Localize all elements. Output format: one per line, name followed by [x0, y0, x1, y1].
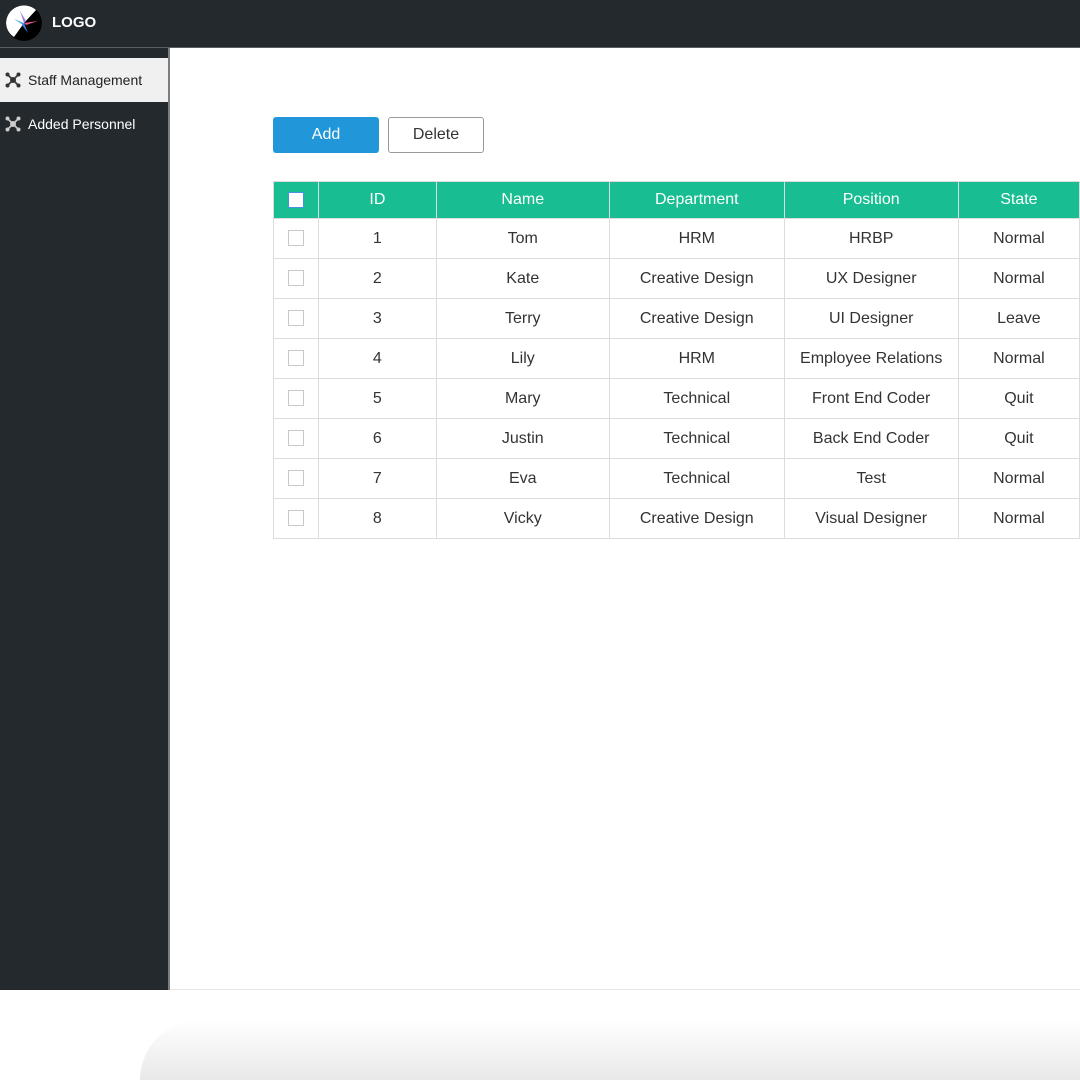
delete-button[interactable]: Delete: [388, 117, 484, 153]
cell-state: Normal: [957, 498, 1080, 539]
select-all-cell: [272, 181, 320, 219]
column-header-department[interactable]: Department: [609, 181, 785, 219]
cell-id: 6: [318, 418, 437, 459]
cell-state: Normal: [957, 458, 1080, 499]
table-row[interactable]: 4 Lily HRM Employee Relations Normal: [272, 338, 1080, 379]
sidebar-item-added-personnel[interactable]: Added Personnel: [0, 102, 168, 146]
cell-name: Vicky: [435, 498, 611, 539]
cell-position: Visual Designer: [783, 498, 959, 539]
logo-icon[interactable]: [6, 5, 42, 41]
network-nodes-icon: [5, 72, 21, 88]
sidebar-item-label: Added Personnel: [28, 116, 136, 132]
cell-id: 4: [318, 338, 437, 379]
cell-state: Quit: [957, 378, 1080, 419]
cell-state: Quit: [957, 418, 1080, 459]
cell-position: Test: [783, 458, 959, 499]
network-nodes-icon: [5, 116, 21, 132]
cell-id: 5: [318, 378, 437, 419]
cell-name: Kate: [435, 258, 611, 299]
row-select-cell: [272, 298, 320, 339]
cell-id: 7: [318, 458, 437, 499]
table-row[interactable]: 2 Kate Creative Design UX Designer Normal: [272, 258, 1080, 299]
table-row[interactable]: 1 Tom HRM HRBP Normal: [272, 218, 1080, 259]
table-row[interactable]: 8 Vicky Creative Design Visual Designer Norm…: [272, 498, 1080, 539]
row-select-cell: [272, 218, 320, 259]
sidebar-item-label: Staff Management: [28, 72, 143, 88]
row-select-cell: [272, 378, 320, 419]
cell-position: UI Designer: [783, 298, 959, 339]
cell-id: 1: [318, 218, 437, 259]
cell-department: Creative Design: [609, 258, 785, 299]
row-checkbox[interactable]: [288, 390, 305, 407]
table-row[interactable]: 6 Justin Technical Back End Coder Quit: [272, 418, 1080, 459]
row-checkbox[interactable]: [288, 430, 305, 447]
cell-id: 2: [318, 258, 437, 299]
cell-name: Terry: [435, 298, 611, 339]
footer-shadow: [140, 1020, 1080, 1080]
column-header-state[interactable]: State: [957, 181, 1080, 219]
cell-position: HRBP: [783, 218, 959, 259]
cell-department: HRM: [609, 338, 785, 379]
cell-state: Normal: [957, 218, 1080, 259]
cell-name: Lily: [435, 338, 611, 379]
table-row[interactable]: 5 Mary Technical Front End Coder Quit: [272, 378, 1080, 419]
row-select-cell: [272, 498, 320, 539]
sidebar-item-staff-management[interactable]: Staff Management: [0, 58, 168, 102]
row-select-cell: [272, 458, 320, 499]
table-row[interactable]: 3 Terry Creative Design UI Designer Leave: [272, 298, 1080, 339]
column-header-position[interactable]: Position: [783, 181, 959, 219]
select-all-checkbox[interactable]: [288, 191, 305, 208]
cell-position: Employee Relations: [783, 338, 959, 379]
top-header: LOGO: [0, 0, 1080, 48]
cell-name: Justin: [435, 418, 611, 459]
cell-department: Technical: [609, 378, 785, 419]
row-select-cell: [272, 338, 320, 379]
column-header-id[interactable]: ID: [318, 181, 437, 219]
cell-name: Mary: [435, 378, 611, 419]
table-row[interactable]: 7 Eva Technical Test Normal: [272, 458, 1080, 499]
row-select-cell: [272, 258, 320, 299]
cell-name: Eva: [435, 458, 611, 499]
cell-position: Front End Coder: [783, 378, 959, 419]
cell-name: Tom: [435, 218, 611, 259]
add-button[interactable]: Add: [273, 117, 379, 153]
cell-id: 8: [318, 498, 437, 539]
logo-text: LOGO: [52, 14, 97, 31]
staff-table: ID Name Department Position State 1 Tom HR…: [272, 181, 1080, 539]
cell-state: Normal: [957, 338, 1080, 379]
row-checkbox[interactable]: [288, 470, 305, 487]
cell-department: Creative Design: [609, 498, 785, 539]
cell-id: 3: [318, 298, 437, 339]
row-checkbox[interactable]: [288, 230, 305, 247]
sidebar: Staff Management Added Personnel: [0, 48, 170, 990]
column-header-name[interactable]: Name: [435, 181, 611, 219]
table-header-row: ID Name Department Position State: [272, 181, 1080, 219]
cell-department: Technical: [609, 418, 785, 459]
cell-position: Back End Coder: [783, 418, 959, 459]
cell-state: Leave: [957, 298, 1080, 339]
cell-department: Technical: [609, 458, 785, 499]
row-checkbox[interactable]: [288, 350, 305, 367]
row-checkbox[interactable]: [288, 510, 305, 527]
footer-divider: [170, 989, 1080, 990]
row-select-cell: [272, 418, 320, 459]
cell-department: Creative Design: [609, 298, 785, 339]
row-checkbox[interactable]: [288, 310, 305, 327]
cell-position: UX Designer: [783, 258, 959, 299]
cell-department: HRM: [609, 218, 785, 259]
cell-state: Normal: [957, 258, 1080, 299]
row-checkbox[interactable]: [288, 270, 305, 287]
